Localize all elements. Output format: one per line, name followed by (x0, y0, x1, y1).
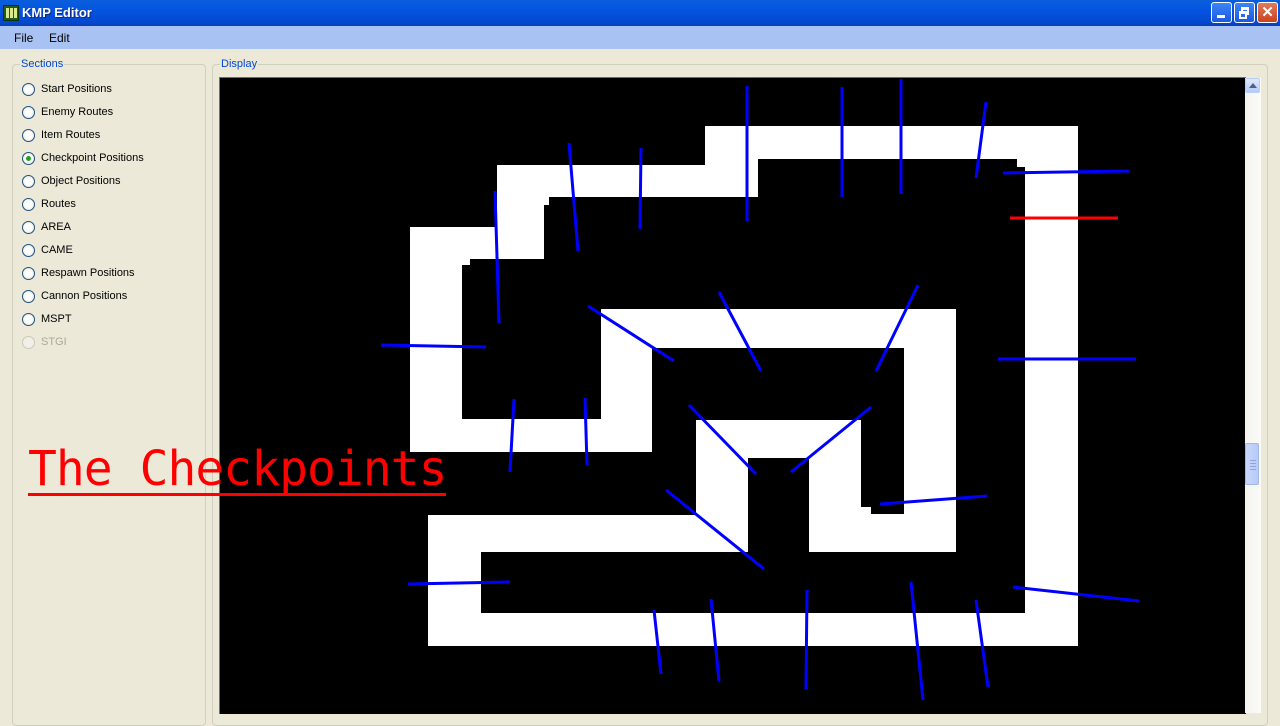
close-button[interactable]: ✕ (1257, 2, 1278, 23)
section-option-checkpoint-positions[interactable]: Checkpoint Positions (22, 150, 144, 166)
checkpoint-line[interactable] (380, 343, 487, 349)
scroll-up-button[interactable] (1245, 78, 1260, 93)
checkpoint-line[interactable] (407, 580, 511, 586)
track-layout (410, 126, 1078, 646)
minimize-button[interactable] (1211, 2, 1232, 23)
map-display-canvas[interactable] (219, 77, 1246, 714)
restore-button[interactable] (1234, 2, 1255, 23)
restore-icon-back (1239, 11, 1247, 19)
radio-label: STGI (41, 336, 67, 348)
section-option-stgi: STGI (22, 334, 67, 350)
display-group-label: Display (220, 58, 259, 70)
radio-button[interactable] (22, 151, 35, 165)
track-outer-loop (410, 126, 1078, 646)
radio-button[interactable] (22, 174, 35, 188)
close-icon: ✕ (1261, 4, 1274, 21)
radio-button[interactable] (22, 312, 35, 326)
checkpoint-line[interactable] (583, 397, 589, 466)
radio-button (22, 335, 35, 349)
checkpoint-line[interactable] (804, 589, 809, 690)
section-option-cannon-positions[interactable]: Cannon Positions (22, 288, 127, 304)
radio-button[interactable] (22, 82, 35, 96)
radio-button[interactable] (22, 289, 35, 303)
menu-file[interactable]: File (14, 31, 33, 45)
radio-label: Object Positions (41, 175, 121, 187)
menu-edit[interactable]: Edit (49, 31, 70, 45)
radio-button[interactable] (22, 243, 35, 257)
radio-button[interactable] (22, 220, 35, 234)
radio-label: CAME (41, 244, 73, 256)
radio-button[interactable] (22, 266, 35, 280)
display-vertical-scrollbar[interactable] (1245, 78, 1261, 713)
radio-label: Cannon Positions (41, 290, 128, 302)
radio-label: MSPT (41, 313, 72, 325)
overlay-caption-underline (28, 493, 446, 496)
section-option-area[interactable]: AREA (22, 219, 71, 235)
radio-label: Item Routes (41, 129, 101, 141)
radio-label: Start Positions (41, 83, 112, 95)
section-option-respawn-positions[interactable]: Respawn Positions (22, 265, 135, 281)
minimize-icon (1217, 15, 1225, 18)
section-option-object-positions[interactable]: Object Positions (22, 173, 120, 189)
section-option-routes[interactable]: Routes (22, 196, 76, 212)
section-option-start-positions[interactable]: Start Positions (22, 81, 112, 97)
overlay-caption: The Checkpoints (28, 441, 447, 497)
map-svg[interactable] (220, 78, 1246, 714)
scroll-thumb[interactable] (1245, 443, 1259, 485)
checkpoint-line[interactable] (638, 147, 643, 230)
menu-bar: File Edit (0, 26, 1280, 49)
window-title: KMP Editor (22, 5, 92, 20)
app-icon (3, 5, 19, 21)
radio-label: Routes (41, 198, 76, 210)
radio-button[interactable] (22, 128, 35, 142)
radio-label: Respawn Positions (41, 267, 135, 279)
title-bar[interactable]: KMP Editor ✕ (0, 0, 1280, 26)
radio-button[interactable] (22, 105, 35, 119)
radio-label: AREA (41, 221, 71, 233)
section-option-came[interactable]: CAME (22, 242, 73, 258)
checkpoint-line[interactable] (1002, 169, 1130, 175)
section-option-mspt[interactable]: MSPT (22, 311, 72, 327)
section-option-item-routes[interactable]: Item Routes (22, 127, 100, 143)
section-option-enemy-routes[interactable]: Enemy Routes (22, 104, 113, 120)
radio-label: Enemy Routes (41, 106, 114, 118)
sections-group-label: Sections (20, 58, 65, 70)
radio-label: Checkpoint Positions (41, 152, 144, 164)
radio-button[interactable] (22, 197, 35, 211)
checkpoint-line[interactable] (508, 398, 516, 473)
